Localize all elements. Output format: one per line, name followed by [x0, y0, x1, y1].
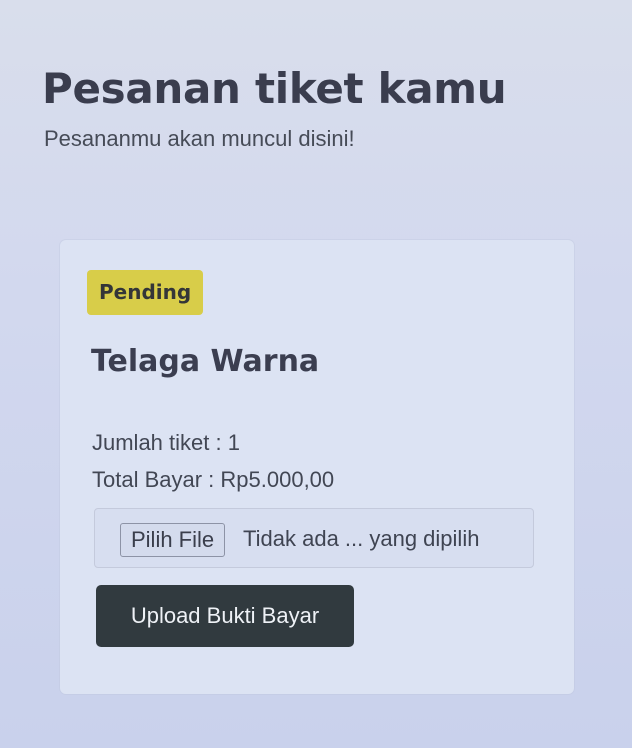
destination-title: Telaga Warna: [91, 344, 320, 379]
upload-payment-proof-button[interactable]: Upload Bukti Bayar: [96, 585, 354, 647]
status-badge: Pending: [87, 270, 204, 315]
page-subtitle: Pesananmu akan muncul disini!: [44, 126, 355, 152]
ticket-count: Jumlah tiket : 1: [92, 430, 240, 455]
order-card: Pending Telaga Warna Jumlah tiket : 1 To…: [60, 240, 574, 694]
choose-file-button[interactable]: Pilih File: [120, 523, 226, 557]
payment-proof-file-input[interactable]: Pilih File Tidak ada ... yang dipilih: [94, 508, 534, 568]
total-payment: Total Bayar : Rp5.000,00: [92, 467, 335, 492]
file-status-text: Tidak ada ... yang dipilih: [243, 526, 480, 551]
page-title: Pesanan tiket kamu: [42, 64, 507, 113]
page-header: Pesanan tiket kamu Pesananmu akan muncul…: [42, 64, 602, 152]
